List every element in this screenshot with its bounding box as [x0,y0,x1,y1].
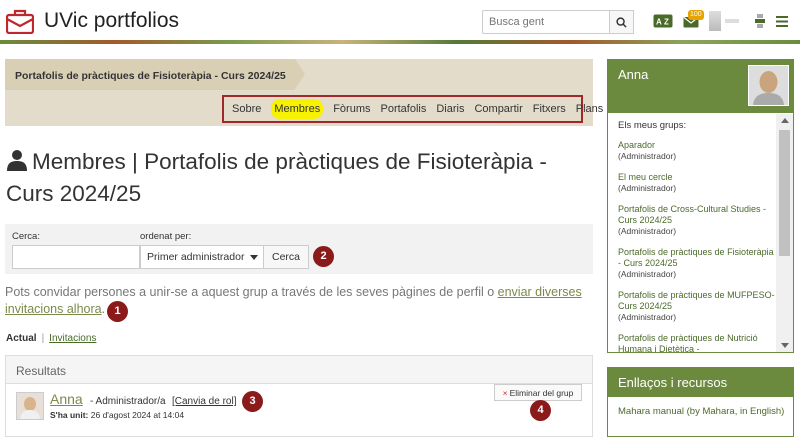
group-link[interactable]: Portafolis de pràctiques de MUFPESO- Cur… [618,290,775,312]
app-title[interactable]: UVic portfolios [44,9,179,33]
tab-diaris[interactable]: Diaris [436,103,464,115]
filter-search-button[interactable]: Cerca [263,245,309,269]
annotation-marker: 4 [530,400,551,421]
tab-fitxers[interactable]: Fitxers [533,103,566,115]
sidebar-links-panel: Enllaços i recursos Mahara manual (by Ma… [607,367,794,437]
language-icon[interactable]: A Z [652,10,674,32]
group-title-arrow [295,59,305,89]
group-item: Portafolis de pràctiques de Fisioteràpia… [618,247,775,279]
user-panel-header: Anna [608,60,793,113]
member-role: - Administrador/a [90,396,166,407]
resource-link[interactable]: Mahara manual (by Mahara, in English) [608,397,793,418]
tab-sobre[interactable]: Sobre [232,103,261,115]
sidebar-avatar[interactable] [748,65,789,106]
group-title[interactable]: Portafolis de pràctiques de Fisioteràpia… [5,59,295,90]
tab-portafolis[interactable]: Portafolis [380,103,426,115]
group-link[interactable]: Portafolis de pràctiques de Nutrició Hum… [618,333,775,352]
groups-label: Els meus grups: [618,120,687,131]
user-avatar-icon[interactable] [708,10,722,32]
top-header: UVic portfolios A Z 100 [0,0,800,40]
tab-membres[interactable]: Membres [271,99,324,119]
subtab-separator: | [41,333,45,344]
hamburger-menu-icon[interactable] [775,10,789,32]
search-label: Cerca: [12,231,40,242]
group-role: (Administrador) [618,151,677,161]
people-search-input[interactable] [482,10,610,34]
joined-label: S'ha unit: [50,410,89,420]
group-link[interactable]: Portafolis de pràctiques de Fisioteràpia… [618,247,775,269]
group-role: (Administrador) [618,183,677,193]
change-role-link[interactable]: [Canvia de rol] [172,396,236,407]
user-icon [6,148,28,171]
sidebar-user-name[interactable]: Anna [618,67,648,82]
sort-order-value: Primer administrador [147,251,245,263]
group-item: Portafolis de pràctiques de MUFPESO- Cur… [618,290,775,322]
annotation-marker: 2 [313,246,334,267]
group-item: El meu cercle (Administrador) [618,172,775,193]
user-menu-icon[interactable] [724,10,740,32]
group-item: Portafolis de Cross-Cultural Studies - C… [618,204,775,236]
scroll-thumb[interactable] [779,130,790,256]
annotation-marker: 3 [242,391,263,412]
groups-scrollbar[interactable] [776,114,793,352]
remove-from-group-button[interactable]: × Eliminar del grup [494,384,582,401]
member-search-input[interactable] [12,245,140,269]
decorative-banner-stripe [0,40,800,44]
group-item: Portafolis de pràctiques de Nutrició Hum… [618,333,775,352]
remove-button-label: Eliminar del grup [509,388,574,398]
my-groups-list: Els meus grups: Aparador (Administrador)… [608,113,793,352]
scroll-up-icon[interactable] [781,118,789,123]
invite-text-intro: Pots convidar persones a unir-se a aques… [5,285,498,299]
search-button[interactable] [610,10,634,34]
group-tabs: Sobre Membres Fòrums Portafolis Diaris C… [222,95,603,123]
portfolio-logo-icon[interactable] [5,8,35,35]
links-heading: Enllaços i recursos [608,368,793,397]
group-role: (Administrador) [618,226,677,236]
svg-text:Z: Z [664,18,669,27]
page-title-text: Membres | Portafolis de pràctiques de Fi… [6,149,547,206]
results-heading: Resultats [6,356,592,384]
admin-icon[interactable] [752,10,768,32]
tab-plans[interactable]: Plans [576,103,604,115]
group-role: (Administrador) [618,269,677,279]
chevron-down-icon [250,255,258,260]
invite-text: Pots convidar persones a unir-se a aques… [5,284,595,318]
tab-forums[interactable]: Fòrums [333,103,370,115]
member-joined: S'ha unit: 26 d'agost 2024 at 14:04 [50,410,184,420]
subtab-current[interactable]: Actual [6,333,37,344]
tab-compartir[interactable]: Compartir [474,103,522,115]
search-icon [616,16,627,28]
joined-date: 26 d'agost 2024 at 14:04 [90,410,185,420]
page-title: Membres | Portafolis de pràctiques de Fi… [6,146,596,210]
group-role: (Administrador) [618,312,677,322]
sort-order-select[interactable]: Primer administrador [140,245,264,269]
svg-text:A: A [656,18,662,27]
member-avatar[interactable] [16,392,44,420]
subtab-invitations[interactable]: Invitacions [49,333,96,344]
results-panel: Resultats Anna - Administrador/a [Canvia… [5,355,593,437]
sidebar-user-panel: Anna Els meus grups: Aparador (Administr… [607,59,794,353]
member-filter-panel: Cerca: ordenat per: Primer administrador… [5,224,593,274]
member-subtabs: Actual | Invitacions [6,333,96,344]
group-item: Aparador (Administrador) [618,140,775,161]
group-link[interactable]: El meu cercle [618,172,775,183]
member-name-link[interactable]: Anna [50,391,83,407]
group-link[interactable]: Portafolis de Cross-Cultural Studies - C… [618,204,775,226]
notification-count-badge: 100 [688,10,704,20]
group-link[interactable]: Aparador [618,140,775,151]
close-icon: × [502,388,508,398]
sort-label: ordenat per: [140,231,192,242]
scroll-down-icon[interactable] [781,343,789,348]
annotation-marker: 1 [107,301,128,322]
invite-text-end: . [101,302,106,316]
